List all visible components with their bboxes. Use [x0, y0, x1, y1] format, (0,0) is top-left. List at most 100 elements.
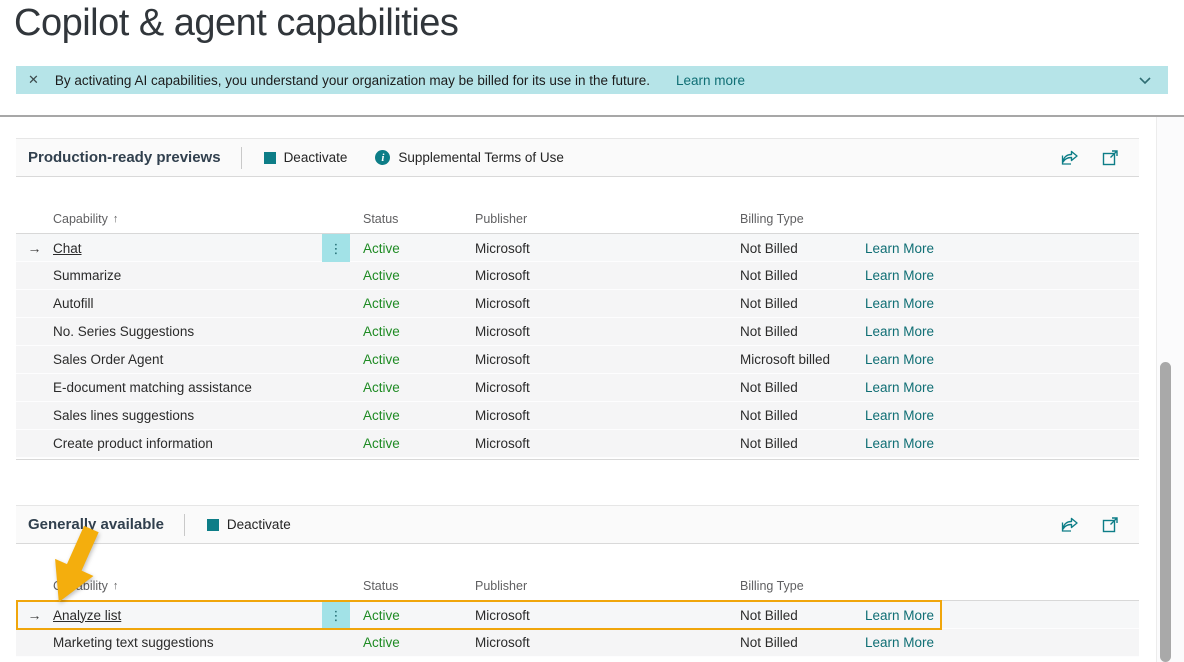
- status-value: Active: [350, 241, 475, 256]
- section-header: Generally available Deactivate: [16, 506, 1139, 544]
- billing-value: Not Billed: [740, 380, 865, 395]
- page-title: Copilot & agent capabilities: [14, 2, 458, 45]
- row-menu-button[interactable]: ⋮: [322, 601, 350, 629]
- section-generally-available: Generally available Deactivate Capabilit…: [16, 505, 1139, 662]
- deactivate-button[interactable]: Deactivate: [264, 150, 348, 165]
- column-header-billing-type[interactable]: Billing Type: [740, 212, 865, 226]
- chevron-down-icon[interactable]: [1138, 75, 1152, 85]
- section-title: Generally available: [28, 516, 164, 533]
- banner-message: By activating AI capabilities, you under…: [55, 73, 650, 88]
- page: Copilot & agent capabilities ✕ By activa…: [0, 0, 1184, 662]
- table-row[interactable]: Sales Order Agent ActiveMicrosoftMicrosof…: [16, 346, 1139, 374]
- ellipsis-vertical-icon: ⋮: [330, 242, 343, 255]
- learn-more-link[interactable]: Learn More: [865, 635, 934, 650]
- billing-value: Not Billed: [740, 635, 865, 650]
- learn-more-link[interactable]: Learn More: [865, 408, 934, 423]
- billing-value: Not Billed: [740, 408, 865, 423]
- capability-link[interactable]: Marketing text suggestions: [53, 635, 214, 650]
- table-header-row: Capability↑ Status Publisher Billing Typ…: [16, 205, 1139, 234]
- supplemental-terms-button[interactable]: i Supplemental Terms of Use: [375, 150, 564, 165]
- status-value: Active: [350, 296, 475, 311]
- billing-value: Not Billed: [740, 241, 865, 256]
- learn-more-link[interactable]: Learn More: [865, 324, 934, 339]
- capability-link[interactable]: Sales lines suggestions: [53, 408, 194, 423]
- action-label: Deactivate: [284, 150, 348, 165]
- column-header-publisher[interactable]: Publisher: [475, 212, 740, 226]
- info-circle-icon: i: [375, 150, 390, 165]
- status-value: Active: [350, 436, 475, 451]
- billing-value: Microsoft billed: [740, 352, 865, 367]
- table-row[interactable]: No. Series SuggestionsActiveMicrosoftNot…: [16, 318, 1139, 346]
- publisher-value: Microsoft: [475, 296, 740, 311]
- publisher-value: Microsoft: [475, 380, 740, 395]
- page-divider: [0, 115, 1184, 117]
- table-header-row: Capability↑ Status Publisher Billing Typ…: [16, 572, 1139, 601]
- billing-value: Not Billed: [740, 296, 865, 311]
- row-selector-arrow-icon: →: [16, 607, 53, 623]
- stop-square-icon: [264, 152, 276, 164]
- table-row[interactable]: Create product information ActiveMicrosof…: [16, 430, 1139, 458]
- action-label: Supplemental Terms of Use: [398, 150, 564, 165]
- status-value: Active: [350, 352, 475, 367]
- publisher-value: Microsoft: [475, 352, 740, 367]
- publisher-value: Microsoft: [475, 436, 740, 451]
- billing-value: Not Billed: [740, 324, 865, 339]
- publisher-value: Microsoft: [475, 268, 740, 283]
- status-value: Active: [350, 268, 475, 283]
- sort-ascending-icon: ↑: [113, 580, 119, 592]
- capability-link[interactable]: Sales Order Agent: [53, 352, 163, 367]
- learn-more-link[interactable]: Learn More: [865, 436, 934, 451]
- billing-value: Not Billed: [740, 608, 865, 623]
- table-row[interactable]: Sales lines suggestions ActiveMicrosoftNo…: [16, 402, 1139, 430]
- open-in-new-window-icon[interactable]: [1102, 149, 1119, 166]
- column-header-status[interactable]: Status: [350, 212, 475, 226]
- header-divider: [241, 147, 242, 169]
- capability-link[interactable]: Analyze list: [53, 608, 121, 623]
- learn-more-link[interactable]: Learn More: [865, 296, 934, 311]
- capability-link[interactable]: Create product information: [53, 436, 213, 451]
- share-icon[interactable]: [1060, 149, 1079, 166]
- column-header-publisher[interactable]: Publisher: [475, 579, 740, 593]
- deactivate-button[interactable]: Deactivate: [207, 517, 291, 532]
- learn-more-link[interactable]: Learn More: [865, 352, 934, 367]
- learn-more-link[interactable]: Learn More: [865, 608, 934, 623]
- column-header-capability[interactable]: Capability↑: [53, 212, 322, 226]
- table-row[interactable]: Summarize ActiveMicrosoftNot BilledLearn …: [16, 262, 1139, 290]
- capability-link[interactable]: Autofill: [53, 296, 94, 311]
- capability-link[interactable]: Summarize: [53, 268, 121, 283]
- column-header-capability[interactable]: Capability↑: [53, 579, 322, 593]
- row-menu-button[interactable]: ⋮: [322, 234, 350, 262]
- row-selector-arrow-icon: →: [16, 240, 53, 256]
- scrollbar-thumb[interactable]: [1160, 362, 1171, 662]
- banner-learn-more-link[interactable]: Learn more: [676, 73, 745, 88]
- table-row[interactable]: Marketing text suggestionsActiveMicrosof…: [16, 629, 1139, 657]
- column-header-billing-type[interactable]: Billing Type: [740, 579, 865, 593]
- status-value: Active: [350, 608, 475, 623]
- vertical-scrollbar[interactable]: [1156, 117, 1184, 662]
- share-icon[interactable]: [1060, 516, 1079, 533]
- ellipsis-vertical-icon: ⋮: [330, 609, 343, 622]
- learn-more-link[interactable]: Learn More: [865, 241, 934, 256]
- capability-link[interactable]: E-document matching assistance: [53, 380, 252, 395]
- table-row[interactable]: →Analyze list ⋮ ActiveMicrosoftNot BilledL…: [16, 601, 1139, 629]
- publisher-value: Microsoft: [475, 635, 740, 650]
- capability-link[interactable]: No. Series Suggestions: [53, 324, 194, 339]
- learn-more-link[interactable]: Learn More: [865, 268, 934, 283]
- billing-value: Not Billed: [740, 268, 865, 283]
- learn-more-link[interactable]: Learn More: [865, 380, 934, 395]
- section-production-ready-previews: Production-ready previews DeactivateiSup…: [16, 138, 1139, 460]
- status-value: Active: [350, 408, 475, 423]
- publisher-value: Microsoft: [475, 241, 740, 256]
- capability-link[interactable]: Chat: [53, 241, 82, 256]
- publisher-value: Microsoft: [475, 608, 740, 623]
- close-icon[interactable]: ✕: [28, 72, 39, 88]
- status-value: Active: [350, 380, 475, 395]
- table-row[interactable]: E-document matching assistance ActiveMicr…: [16, 374, 1139, 402]
- column-header-status[interactable]: Status: [350, 579, 475, 593]
- section-header: Production-ready previews DeactivateiSup…: [16, 139, 1139, 177]
- table-row[interactable]: →Chat ⋮ ActiveMicrosoftNot BilledLearn Mor…: [16, 234, 1139, 262]
- publisher-value: Microsoft: [475, 408, 740, 423]
- action-label: Deactivate: [227, 517, 291, 532]
- table-row[interactable]: Autofill ActiveMicrosoftNot BilledLearn M…: [16, 290, 1139, 318]
- open-in-new-window-icon[interactable]: [1102, 516, 1119, 533]
